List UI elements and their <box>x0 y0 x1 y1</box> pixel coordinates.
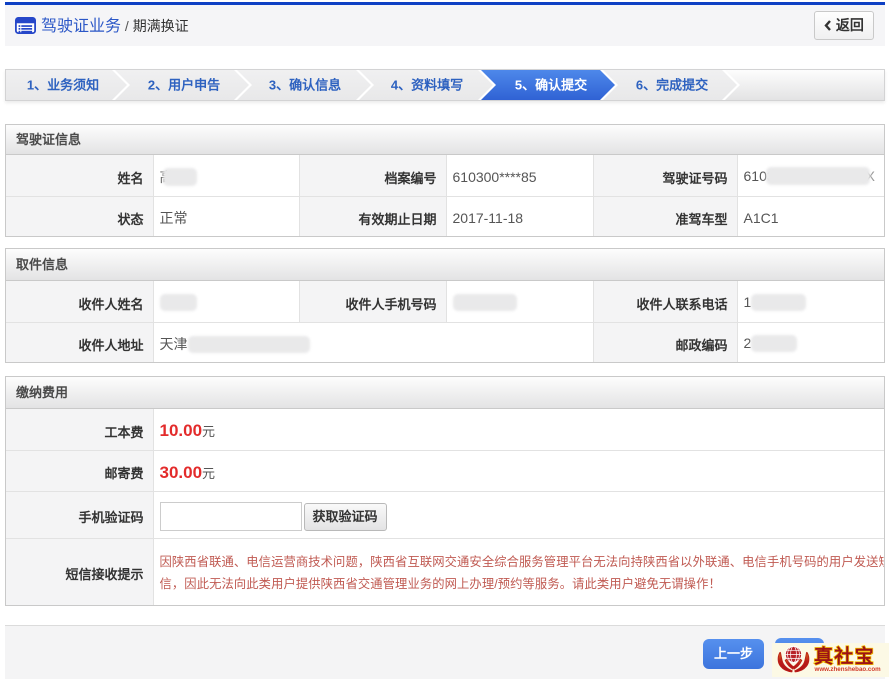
svg-text:真社宝: 真社宝 <box>814 645 875 668</box>
svg-text:4、资料填写: 4、资料填写 <box>391 78 463 93</box>
svg-text:2、用户申告: 2、用户申告 <box>148 78 220 93</box>
svg-text:3、确认信息: 3、确认信息 <box>269 78 341 93</box>
svg-text:5、确认提交: 5、确认提交 <box>515 78 587 93</box>
svg-text:1、业务须知: 1、业务须知 <box>27 78 99 93</box>
svg-text:www.zhenshebao.com: www.zhenshebao.com <box>814 666 882 673</box>
svg-text:6、完成提交: 6、完成提交 <box>636 78 708 93</box>
